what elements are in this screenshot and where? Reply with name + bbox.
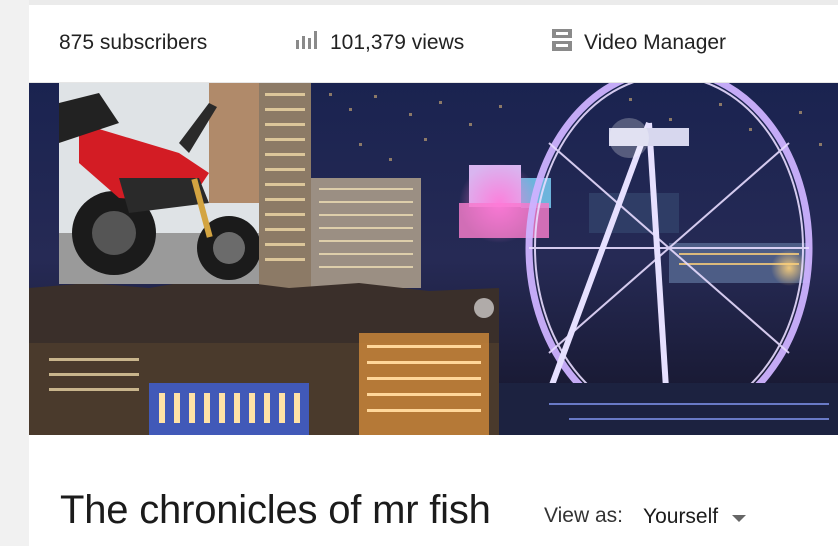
video-manager-label: Video Manager xyxy=(584,31,727,54)
view-as-dropdown[interactable]: Yourself xyxy=(643,504,747,530)
video-manager-link[interactable]: Video Manager xyxy=(552,29,727,57)
banner-thumbnail xyxy=(59,83,259,284)
channel-header: The chronicles of mr fish View as: Yours… xyxy=(29,470,838,546)
channel-title: The chronicles of mr fish xyxy=(60,488,491,532)
view-as-value: Yourself xyxy=(643,505,719,528)
view-as-label: View as: xyxy=(544,504,623,527)
channel-banner[interactable] xyxy=(29,83,838,435)
bar-chart-icon xyxy=(296,31,318,55)
chevron-down-icon xyxy=(732,514,747,522)
views-count-label: 101,379 views xyxy=(330,31,465,54)
subscriber-count-label: 875 subscribers xyxy=(59,31,208,54)
channel-stats-bar: 875 subscribers 101,379 views Video Mana… xyxy=(29,5,838,83)
views-link[interactable]: 101,379 views xyxy=(296,30,464,56)
video-manager-icon xyxy=(552,29,572,57)
motorcycle-image xyxy=(59,83,259,284)
channel-page: 875 subscribers 101,379 views Video Mana… xyxy=(29,0,838,546)
subscriber-count: 875 subscribers xyxy=(59,30,207,56)
